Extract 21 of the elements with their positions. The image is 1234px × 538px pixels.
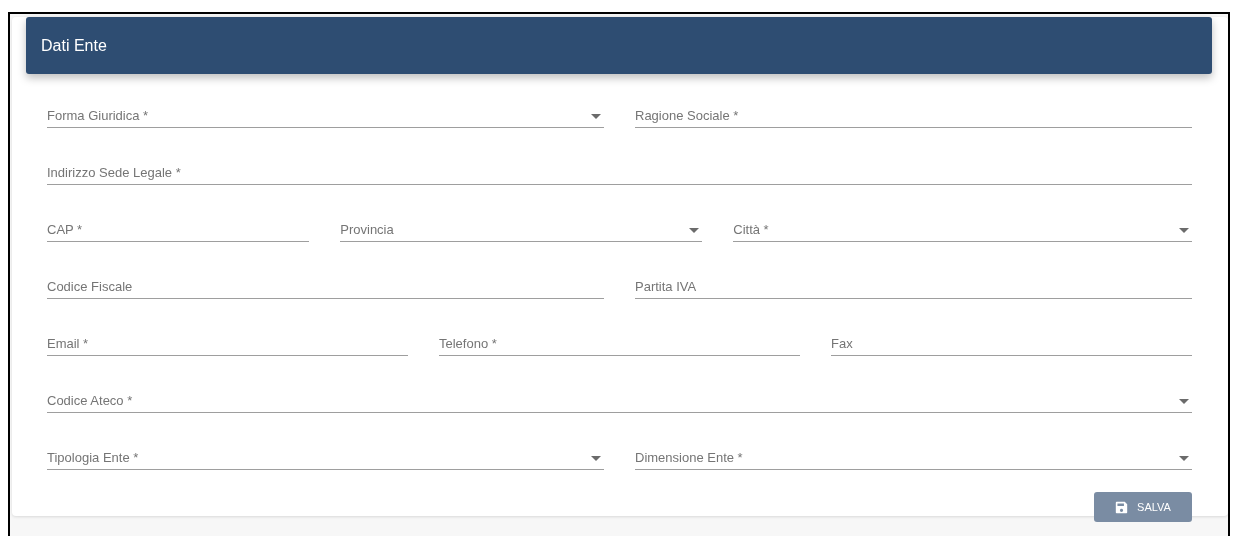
input-field[interactable]: Fax — [831, 335, 1192, 356]
caret-icon — [1179, 399, 1189, 404]
input-field[interactable]: Indirizzo Sede Legale * — [47, 164, 1192, 185]
select-field[interactable]: Tipologia Ente * — [47, 449, 604, 470]
caret-icon — [591, 114, 601, 119]
select-field[interactable]: Città * — [733, 221, 1192, 242]
select-field[interactable]: Provincia — [340, 221, 703, 242]
select-field[interactable]: Codice Ateco * — [47, 392, 1192, 413]
input-field[interactable]: CAP * — [47, 221, 310, 242]
input-field[interactable]: Partita IVA — [635, 278, 1192, 299]
select-field[interactable]: Dimensione Ente * — [635, 449, 1192, 470]
caret-icon — [591, 456, 601, 461]
input-field[interactable]: Codice Fiscale — [47, 278, 604, 299]
card-title: Dati Ente — [41, 36, 107, 55]
caret-icon — [689, 228, 700, 233]
input-field[interactable]: Email * — [47, 335, 408, 356]
caret-icon — [1179, 456, 1189, 461]
select-field[interactable]: Forma Giuridica * — [47, 107, 604, 128]
input-field[interactable]: Ragione Sociale * — [635, 107, 1192, 128]
input-field[interactable]: Telefono * — [439, 335, 800, 356]
caret-icon — [1179, 228, 1189, 233]
